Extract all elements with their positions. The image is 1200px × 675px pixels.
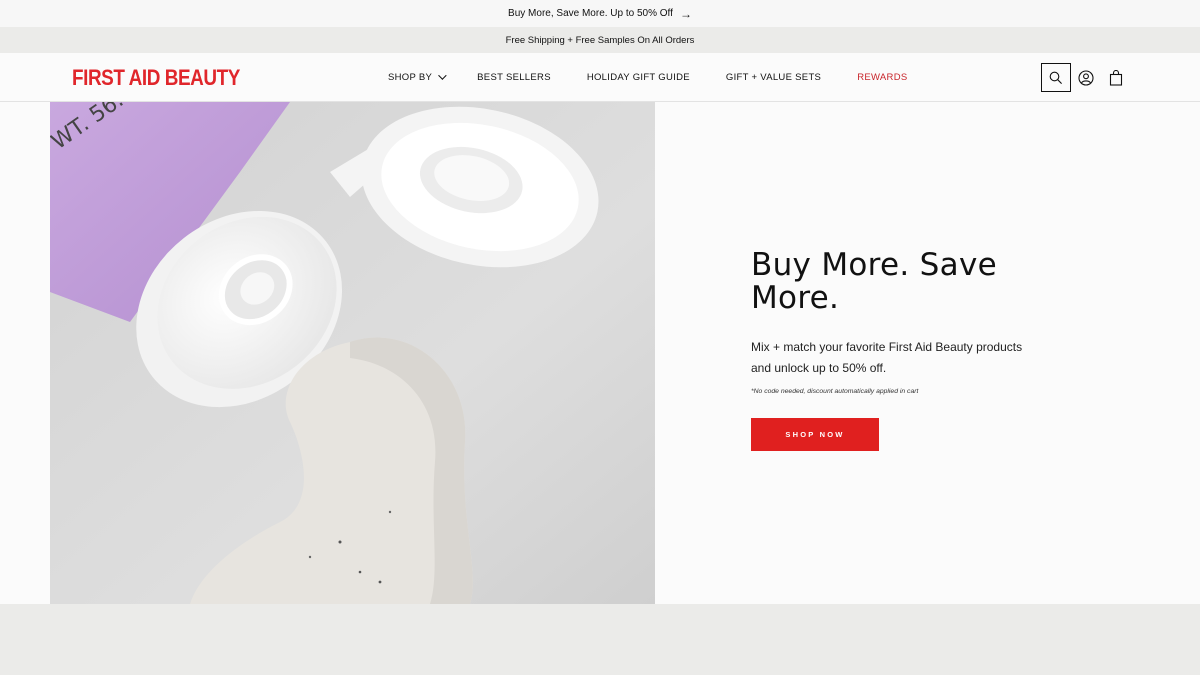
shipping-announcement-bar: Free Shipping + Free Samples On All Orde… (0, 27, 1200, 53)
header-icons (1041, 63, 1131, 92)
cart-button[interactable] (1101, 63, 1131, 92)
search-icon (1049, 71, 1062, 84)
account-button[interactable] (1071, 63, 1101, 92)
search-button[interactable] (1041, 63, 1071, 92)
arrow-right-icon: → (679, 6, 692, 21)
hero-title: Buy More. Save More. (751, 247, 997, 316)
bag-icon (1109, 69, 1123, 86)
nav-gift-value-sets[interactable]: GIFT + VALUE SETS (726, 72, 821, 83)
hero-description: Mix + match your favorite First Aid Beau… (751, 340, 1023, 375)
nav-rewards[interactable]: REWARDS (857, 72, 907, 83)
nav-holiday-gift-guide[interactable]: HOLIDAY GIFT GUIDE (587, 72, 690, 83)
hero-copy: Buy More. Save More. Mix + match your fa… (751, 249, 1051, 451)
site-header: FIRST AID BEAUTY SHOP BY BEST SELLERS HO… (0, 53, 1200, 102)
chevron-down-icon (438, 71, 447, 80)
shipping-text: Free Shipping + Free Samples On All Orde… (505, 34, 695, 46)
nav-shop-by[interactable]: SHOP BY (388, 71, 447, 83)
hero-product-image: WT. 56.7 (50, 102, 655, 604)
promo-text[interactable]: Buy More, Save More. Up to 50% Off (508, 8, 673, 19)
hero-disclaimer: *No code needed, discount automatically … (751, 388, 919, 395)
promo-announcement-bar[interactable]: Buy More, Save More. Up to 50% Off → (0, 0, 1200, 27)
nav-shop-by-label: SHOP BY (388, 71, 433, 83)
product-photo-illustration: WT. 56.7 (50, 102, 655, 604)
main-nav: SHOP BY BEST SELLERS HOLIDAY GIFT GUIDE … (370, 53, 908, 101)
account-icon (1078, 69, 1094, 86)
shop-now-button[interactable]: SHOP NOW (751, 418, 879, 451)
below-hero-band (0, 604, 1200, 675)
hero-section: WT. 56.7 Buy More. Save More. Mix + matc… (0, 102, 1200, 604)
brand-logo[interactable]: FIRST AID BEAUTY (72, 65, 240, 91)
nav-best-sellers[interactable]: BEST SELLERS (477, 72, 551, 83)
